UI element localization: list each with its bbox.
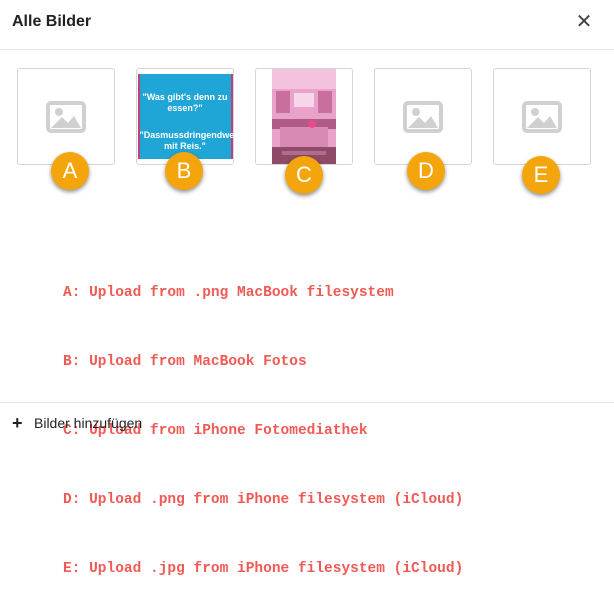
image-kitchen-photo xyxy=(272,69,336,164)
legend-item-e: E: Upload .jpg from iPhone filesystem (i… xyxy=(63,561,464,577)
image-thumbnail-d[interactable] xyxy=(374,68,472,165)
legend-item-b: B: Upload from MacBook Fotos xyxy=(63,354,307,370)
image-placeholder-icon xyxy=(522,100,562,133)
image-thumbnail-b[interactable]: "Was gibt's denn zu essen?" "Dasmussdrin… xyxy=(136,68,240,165)
image-thumbnail-e[interactable] xyxy=(493,68,591,165)
dialog-footer: + Bilder hinzufügen xyxy=(0,402,614,442)
add-images-label: Bilder hinzufügen xyxy=(34,415,143,431)
plus-icon: + xyxy=(12,413,23,433)
image-meme-photo: "Was gibt's denn zu essen?" "Dasmussdrin… xyxy=(137,74,240,159)
badge-a: A xyxy=(51,152,89,190)
add-images-button[interactable]: + Bilder hinzufügen xyxy=(12,413,143,433)
meme-text-top: "Was gibt's denn zu essen?" xyxy=(142,92,228,113)
badge-d: D xyxy=(407,152,445,190)
badge-c: C xyxy=(285,156,323,194)
legend-item-a: A: Upload from .png MacBook filesystem xyxy=(63,285,394,301)
close-icon[interactable]: ✕ xyxy=(574,12,594,32)
dialog-title: Alle Bilder xyxy=(12,13,92,30)
badge-b: B xyxy=(165,152,203,190)
image-thumbnail-a[interactable] xyxy=(17,68,115,165)
badge-e: E xyxy=(522,156,560,194)
image-placeholder-icon xyxy=(403,100,443,133)
dialog-header: Alle Bilder ✕ xyxy=(0,0,614,50)
image-thumbnail-c[interactable] xyxy=(255,68,353,165)
legend-item-d: D: Upload .png from iPhone filesystem (i… xyxy=(63,492,464,508)
image-placeholder-icon xyxy=(46,100,86,133)
meme-text-bottom: "Dasmussdringendweg mit Reis." xyxy=(139,130,240,151)
